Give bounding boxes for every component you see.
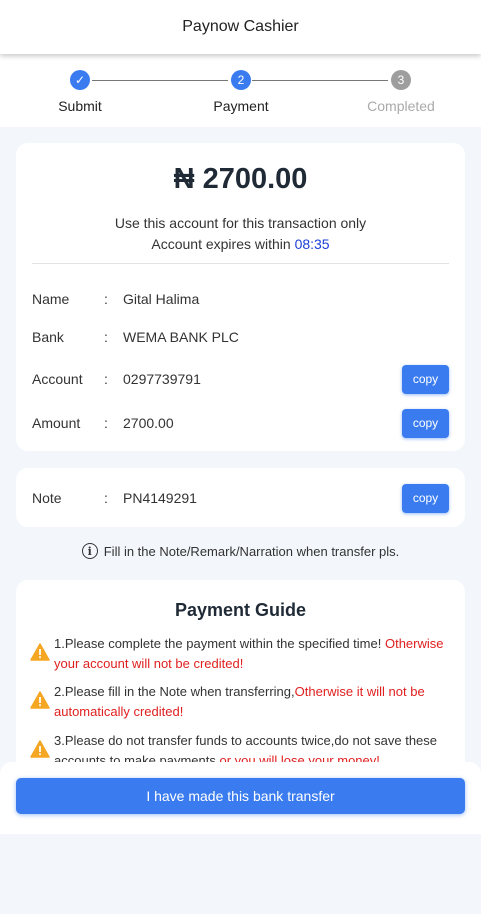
step-label: Submit	[58, 98, 102, 114]
step-number: 2	[231, 70, 251, 90]
warning-icon	[30, 691, 50, 709]
step-submit: ✓ Submit	[35, 70, 125, 114]
account-name-value: Gital Halima	[123, 291, 200, 307]
copy-account-button[interactable]: copy	[402, 364, 449, 394]
account-card: ₦ 2700.00 Use this account for this tran…	[16, 143, 465, 451]
bank-row: Bank : WEMA BANK PLC	[32, 322, 449, 352]
field-label: Note	[32, 490, 62, 506]
expiry-timer: 08:35	[294, 236, 330, 252]
confirm-transfer-button[interactable]: I have made this bank transfer	[16, 778, 465, 814]
guide-text: 1.Please complete the payment within the…	[54, 636, 385, 651]
app-header: Paynow Cashier	[0, 0, 481, 54]
field-label: Amount	[32, 415, 81, 431]
field-separator: :	[104, 329, 108, 345]
payment-amount: ₦ 2700.00	[173, 163, 308, 195]
guide-title: Payment Guide	[174, 600, 307, 620]
check-icon: ✓	[70, 70, 90, 90]
payment-guide-card: Payment Guide 1.Please complete the paym…	[16, 580, 465, 780]
guide-text: 2.Please fill in the Note when transferr…	[54, 684, 295, 699]
divider	[32, 263, 449, 264]
guide-item: 2.Please fill in the Note when transferr…	[30, 682, 451, 722]
step-label: Payment	[213, 98, 269, 114]
bottom-action-bar: I have made this bank transfer	[0, 762, 481, 834]
copy-note-button[interactable]: copy	[402, 483, 449, 513]
warning-icon	[30, 643, 50, 661]
note-tip: i Fill in the Note/Remark/Narration when…	[0, 543, 481, 559]
copy-amount-button[interactable]: copy	[402, 408, 449, 438]
guide-item: 1.Please complete the payment within the…	[30, 634, 451, 674]
field-separator: :	[104, 415, 108, 431]
field-label: Name	[32, 291, 70, 307]
expiry-label: Account expires within	[151, 236, 291, 252]
field-label: Account	[32, 371, 83, 387]
account-notice: Use this account for this transaction on…	[114, 215, 367, 231]
amount-row: Amount : 2700.00 copy	[32, 408, 449, 438]
bank-name-value: WEMA BANK PLC	[123, 329, 239, 345]
account-number-value: 0297739791	[123, 371, 201, 387]
info-icon: i	[81, 543, 98, 559]
field-separator: :	[104, 490, 108, 506]
amount-value: 2700.00	[123, 415, 174, 431]
step-label: Completed	[367, 98, 435, 114]
expiry-info: Account expires within 08:35	[16, 236, 465, 252]
step-number: 3	[391, 70, 411, 90]
field-separator: :	[104, 371, 108, 387]
page-title: Paynow Cashier	[182, 18, 299, 35]
account-row: Account : 0297739791 copy	[32, 364, 449, 394]
tip-text: Fill in the Note/Remark/Narration when t…	[103, 543, 400, 559]
note-card: Note : PN4149291 copy	[16, 468, 465, 527]
progress-steps: ✓ Submit 2 Payment 3 Completed	[0, 54, 481, 127]
step-payment: 2 Payment	[196, 70, 286, 114]
field-label: Bank	[32, 329, 64, 345]
note-row: Note : PN4149291 copy	[32, 483, 449, 513]
step-completed: 3 Completed	[356, 70, 446, 114]
warning-icon	[30, 740, 50, 758]
name-row: Name : Gital Halima	[32, 284, 449, 314]
note-value: PN4149291	[123, 490, 197, 506]
field-separator: :	[104, 291, 108, 307]
